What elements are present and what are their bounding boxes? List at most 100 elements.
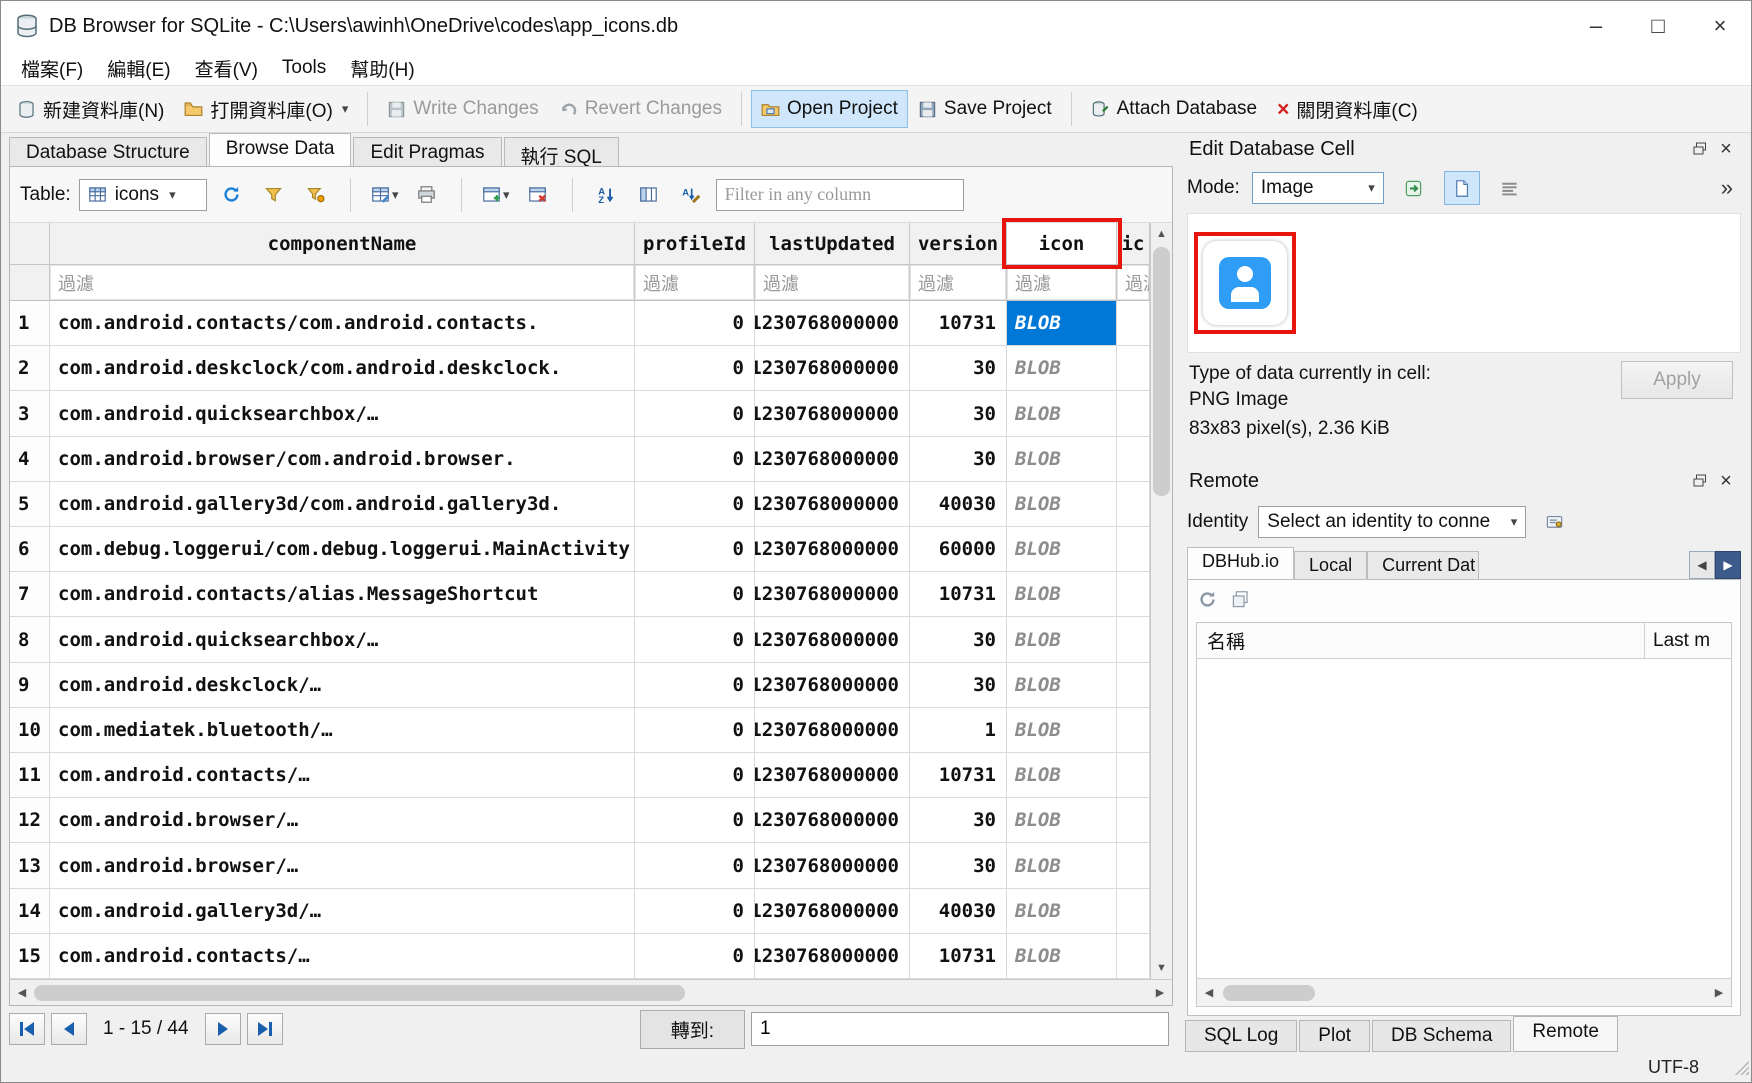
filter-lastUpdated[interactable]: 過濾 bbox=[755, 265, 910, 300]
cell-profileId[interactable]: 0 bbox=[635, 301, 755, 345]
row-number[interactable]: 4 bbox=[10, 437, 50, 481]
cell-extra[interactable] bbox=[1117, 527, 1150, 571]
filter-version[interactable]: 過濾 bbox=[910, 265, 1007, 300]
cell-version[interactable]: 30 bbox=[910, 346, 1007, 390]
cell-lastUpdated[interactable]: 1230768000000 bbox=[755, 663, 910, 707]
close-panel-icon[interactable]: × bbox=[1713, 469, 1739, 493]
menu-view[interactable]: 查看(V) bbox=[183, 53, 270, 84]
cell-lastUpdated[interactable]: 1230768000000 bbox=[755, 437, 910, 481]
cell-extra[interactable] bbox=[1117, 663, 1150, 707]
edit-display-format-button[interactable]: ▾ bbox=[368, 178, 402, 212]
remote-horizontal-scrollbar[interactable]: ◀ ▶ bbox=[1197, 978, 1731, 1006]
cell-profileId[interactable]: 0 bbox=[635, 663, 755, 707]
cell-componentName[interactable]: com.android.contacts/… bbox=[50, 934, 635, 978]
cell-lastUpdated[interactable]: 1230768000000 bbox=[755, 843, 910, 887]
scroll-right-icon[interactable]: ▶ bbox=[1148, 986, 1172, 999]
menu-help[interactable]: 幫助(H) bbox=[338, 53, 426, 84]
cell-extra[interactable] bbox=[1117, 934, 1150, 978]
menu-edit[interactable]: 編輯(E) bbox=[95, 53, 182, 84]
insert-record-button[interactable]: ▾ bbox=[479, 178, 513, 212]
header-version[interactable]: version bbox=[910, 223, 1007, 264]
import-certificate-button[interactable] bbox=[1536, 505, 1572, 539]
edit-sort-order-button[interactable]: A bbox=[674, 178, 708, 212]
cell-lastUpdated[interactable]: 1230768000000 bbox=[755, 391, 910, 435]
cell-profileId[interactable]: 0 bbox=[635, 482, 755, 526]
header-lastUpdated[interactable]: lastUpdated bbox=[755, 223, 910, 264]
tab-plot[interactable]: Plot bbox=[1299, 1020, 1370, 1052]
tab-db-schema[interactable]: DB Schema bbox=[1372, 1020, 1511, 1052]
cell-extra[interactable] bbox=[1117, 617, 1150, 661]
cell-icon[interactable]: BLOB bbox=[1007, 708, 1117, 752]
cell-icon[interactable]: BLOB bbox=[1007, 346, 1117, 390]
row-number[interactable]: 13 bbox=[10, 843, 50, 887]
scroll-right-icon[interactable]: ▶ bbox=[1707, 986, 1731, 999]
cell-version[interactable]: 30 bbox=[910, 798, 1007, 842]
apply-button[interactable]: Apply bbox=[1621, 361, 1733, 399]
menu-file[interactable]: 檔案(F) bbox=[9, 53, 95, 84]
tab-execute-sql[interactable]: 執行 SQL bbox=[504, 137, 619, 166]
cell-componentName[interactable]: com.android.gallery3d/… bbox=[50, 889, 635, 933]
cell-version[interactable]: 30 bbox=[910, 663, 1007, 707]
cell-lastUpdated[interactable]: 1230768000000 bbox=[755, 301, 910, 345]
maximize-button[interactable]: □ bbox=[1627, 1, 1689, 51]
print-button[interactable] bbox=[410, 178, 444, 212]
vertical-scrollbar[interactable]: ▲ ▼ bbox=[1150, 223, 1172, 979]
cell-profileId[interactable]: 0 bbox=[635, 346, 755, 390]
cell-icon[interactable]: BLOB bbox=[1007, 843, 1117, 887]
cell-version[interactable]: 10731 bbox=[910, 753, 1007, 797]
cell-extra[interactable] bbox=[1117, 346, 1150, 390]
clone-database-icon[interactable] bbox=[1231, 590, 1250, 609]
cell-icon[interactable]: BLOB bbox=[1007, 527, 1117, 571]
cell-icon[interactable]: BLOB bbox=[1007, 753, 1117, 797]
image-view-button[interactable] bbox=[1444, 171, 1480, 205]
horizontal-scroll-thumb[interactable] bbox=[34, 985, 685, 1001]
cell-componentName[interactable]: com.android.browser/… bbox=[50, 843, 635, 887]
header-icon[interactable]: icon bbox=[1007, 223, 1117, 264]
cell-lastUpdated[interactable]: 1230768000000 bbox=[755, 889, 910, 933]
cell-profileId[interactable]: 0 bbox=[635, 572, 755, 616]
open-database-caret-icon[interactable]: ▾ bbox=[342, 101, 349, 117]
float-panel-icon[interactable] bbox=[1687, 137, 1713, 161]
remote-refresh-icon[interactable] bbox=[1198, 590, 1217, 609]
tab-edit-pragmas[interactable]: Edit Pragmas bbox=[353, 137, 501, 166]
row-number[interactable]: 12 bbox=[10, 798, 50, 842]
cell-icon[interactable]: BLOB bbox=[1007, 437, 1117, 481]
cell-profileId[interactable]: 0 bbox=[635, 391, 755, 435]
row-number[interactable]: 2 bbox=[10, 346, 50, 390]
cell-profileId[interactable]: 0 bbox=[635, 437, 755, 481]
row-number[interactable]: 9 bbox=[10, 663, 50, 707]
row-number[interactable]: 8 bbox=[10, 617, 50, 661]
cell-version[interactable]: 60000 bbox=[910, 527, 1007, 571]
header-componentName[interactable]: componentName bbox=[50, 223, 635, 264]
tab-scroll-right-icon[interactable]: ▶ bbox=[1715, 551, 1741, 579]
row-number[interactable]: 6 bbox=[10, 527, 50, 571]
close-database-button[interactable]: × 關閉資料庫(C) bbox=[1267, 88, 1428, 131]
identity-select[interactable]: Select an identity to conne ▾ bbox=[1258, 506, 1526, 538]
cell-lastUpdated[interactable]: 1230768000000 bbox=[755, 527, 910, 571]
cell-componentName[interactable]: com.android.gallery3d/com.android.galler… bbox=[50, 482, 635, 526]
cell-profileId[interactable]: 0 bbox=[635, 708, 755, 752]
text-view-button[interactable] bbox=[1492, 171, 1528, 205]
filter-icon[interactable]: 過濾 bbox=[1007, 265, 1117, 300]
cell-version[interactable]: 40030 bbox=[910, 482, 1007, 526]
remote-tab-current-database[interactable]: Current Dat bbox=[1367, 551, 1479, 579]
cell-version[interactable]: 10731 bbox=[910, 301, 1007, 345]
remote-header-last-modified[interactable]: Last m bbox=[1645, 623, 1731, 658]
goto-record-input[interactable] bbox=[751, 1012, 1169, 1046]
cell-lastUpdated[interactable]: 1230768000000 bbox=[755, 482, 910, 526]
remote-tab-local[interactable]: Local bbox=[1294, 551, 1367, 579]
cell-profileId[interactable]: 0 bbox=[635, 843, 755, 887]
cell-icon[interactable]: BLOB bbox=[1007, 663, 1117, 707]
open-project-button[interactable]: Open Project bbox=[751, 90, 908, 128]
new-database-button[interactable]: 新建資料庫(N) bbox=[7, 88, 174, 131]
scroll-left-icon[interactable]: ◀ bbox=[1197, 986, 1221, 999]
header-extra[interactable]: ic bbox=[1117, 223, 1150, 264]
row-number[interactable]: 5 bbox=[10, 482, 50, 526]
cell-icon[interactable]: BLOB bbox=[1007, 798, 1117, 842]
cell-extra[interactable] bbox=[1117, 482, 1150, 526]
open-database-button[interactable]: 打開資料庫(O) ▾ bbox=[174, 88, 358, 131]
save-filter-button[interactable] bbox=[299, 178, 333, 212]
sort-ascending-button[interactable]: AZ bbox=[590, 178, 624, 212]
cell-lastUpdated[interactable]: 1230768000000 bbox=[755, 617, 910, 661]
row-number[interactable]: 10 bbox=[10, 708, 50, 752]
